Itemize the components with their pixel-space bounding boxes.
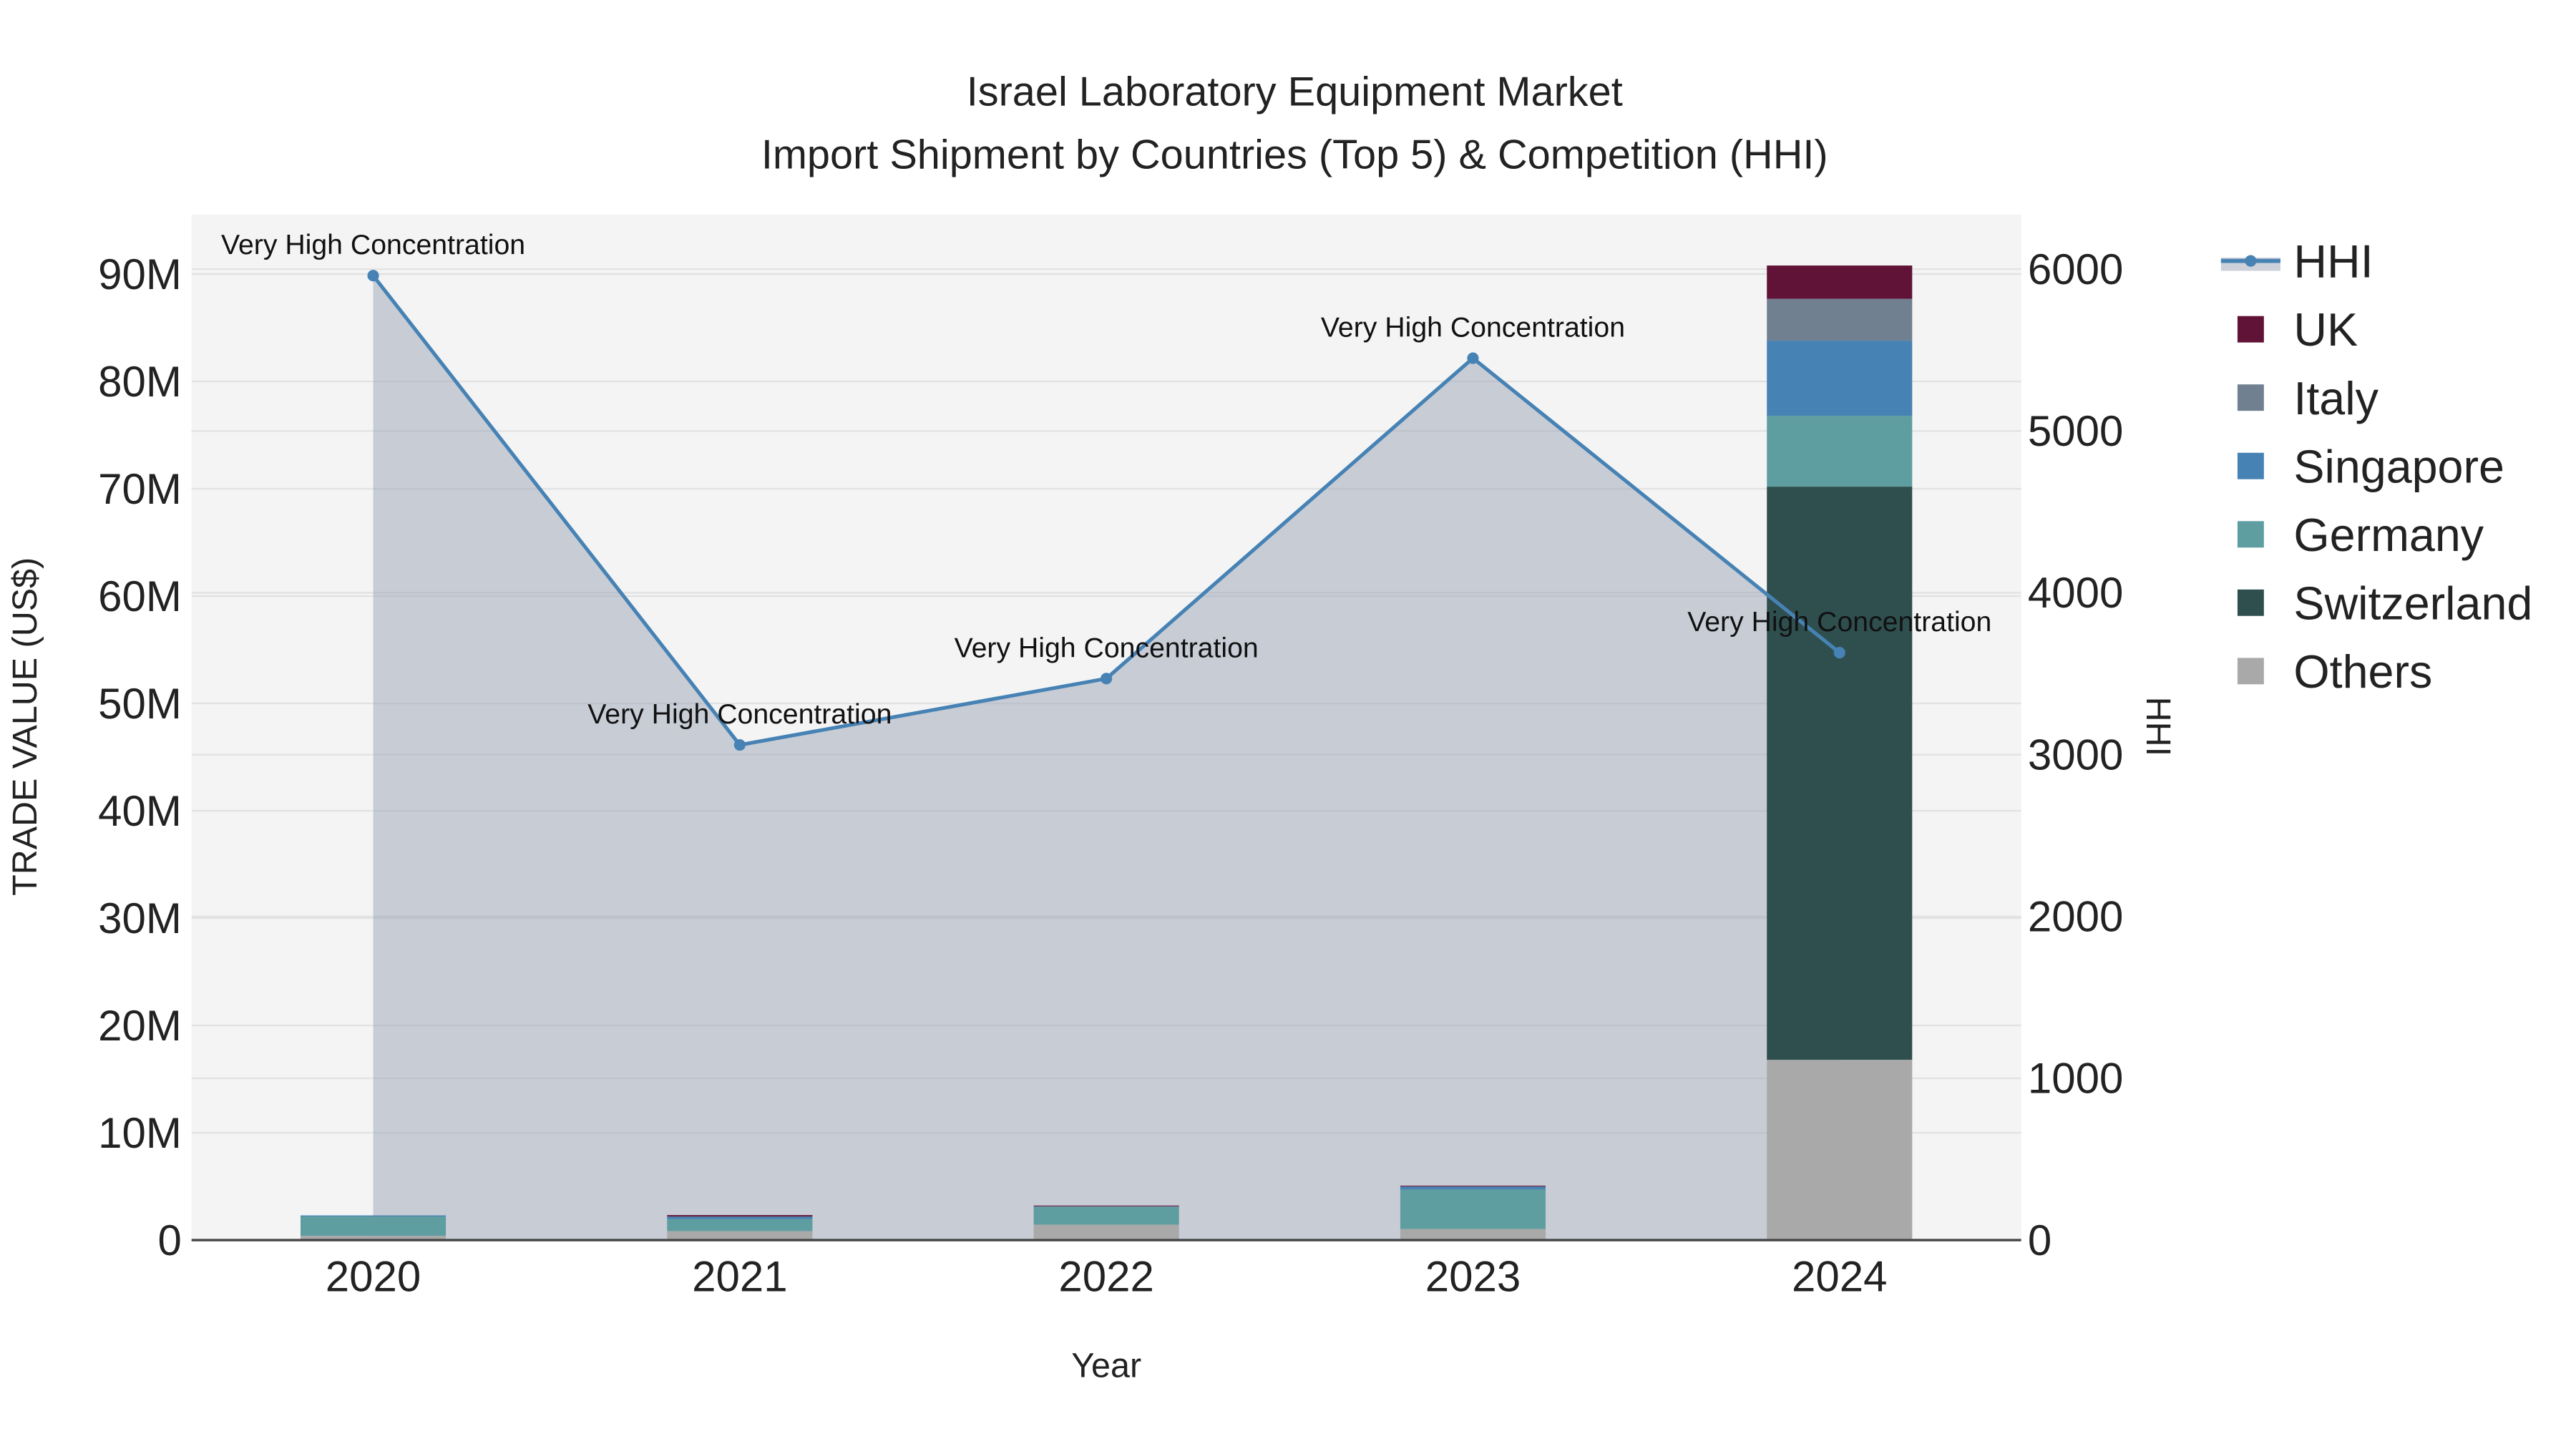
bar-uk-2024 xyxy=(1767,265,1913,299)
legend-swatch-switzerland xyxy=(2237,589,2264,616)
hhi-point xyxy=(1467,352,1479,364)
hhi-point xyxy=(733,738,746,751)
hhi-annotation: Very High Concentration xyxy=(221,229,525,260)
chart-title: Israel Laboratory Equipment Market xyxy=(967,69,1623,115)
hhi-annotation: Very High Concentration xyxy=(955,632,1259,663)
legend-swatch-others xyxy=(2237,658,2264,685)
y2-tick-label: 4000 xyxy=(2028,569,2123,617)
y-axis-title: TRADE VALUE (US$) xyxy=(6,557,44,896)
legend-swatch-germany xyxy=(2237,521,2264,548)
y-tick-label: 50M xyxy=(98,680,182,728)
bar-germany-2022 xyxy=(1033,1206,1179,1225)
bar-germany-2021 xyxy=(667,1219,813,1231)
y-tick-label: 20M xyxy=(98,1002,182,1050)
y-tick-label: 10M xyxy=(98,1109,182,1157)
y2-tick-label: 1000 xyxy=(2028,1055,2123,1103)
y2-tick-label: 6000 xyxy=(2028,245,2123,293)
legend-swatch-uk xyxy=(2237,316,2264,343)
legend-label: Germany xyxy=(2293,509,2484,561)
hhi-annotation: Very High Concentration xyxy=(587,698,892,730)
hhi-point xyxy=(1101,673,1113,685)
hhi-point xyxy=(1833,647,1845,659)
x-tick-label: 2022 xyxy=(1058,1253,1153,1301)
bar-switzerland-2024 xyxy=(1767,487,1913,1060)
bar-others-2023 xyxy=(1400,1229,1546,1241)
bar-italy-2024 xyxy=(1767,298,1913,341)
bar-singapore-2024 xyxy=(1767,341,1913,416)
y2-tick-label: 3000 xyxy=(2028,731,2123,779)
legend-label: UK xyxy=(2293,304,2358,356)
chart-subtitle: Import Shipment by Countries (Top 5) & C… xyxy=(761,132,1828,177)
legend-label: Singapore xyxy=(2293,441,2504,492)
legend-swatch-singapore xyxy=(2237,452,2264,479)
y-tick-label: 90M xyxy=(98,250,182,298)
bar-germany-2023 xyxy=(1400,1189,1546,1229)
legend-label: Switzerland xyxy=(2293,577,2532,629)
y2-tick-label: 2000 xyxy=(2028,893,2123,941)
y-tick-label: 30M xyxy=(98,894,182,942)
y-tick-label: 60M xyxy=(98,572,182,620)
y2-tick-label: 5000 xyxy=(2028,407,2123,455)
legend-hhi-marker xyxy=(2245,255,2257,267)
bar-singapore-2021 xyxy=(667,1216,813,1219)
x-tick-label: 2023 xyxy=(1425,1253,1521,1301)
bar-singapore-2023 xyxy=(1400,1186,1546,1190)
bar-germany-2024 xyxy=(1767,416,1913,487)
legend-swatch-italy xyxy=(2237,384,2264,411)
bar-others-2022 xyxy=(1033,1224,1179,1241)
y2-tick-label: 0 xyxy=(2028,1216,2051,1264)
bar-others-2021 xyxy=(667,1231,813,1241)
hhi-annotation: Very High Concentration xyxy=(1687,606,1991,638)
legend-label: Others xyxy=(2293,646,2432,698)
bar-others-2024 xyxy=(1767,1060,1913,1241)
bar-uk-2021 xyxy=(667,1215,813,1217)
chart: Very High Concentration Very High Concent… xyxy=(6,69,2533,1385)
legend-label: HHI xyxy=(2293,236,2373,288)
x-tick-label: 2020 xyxy=(326,1253,421,1301)
x-axis-title: Year xyxy=(1071,1347,1141,1385)
y-tick-label: 80M xyxy=(98,358,182,406)
hhi-annotation: Very High Concentration xyxy=(1321,312,1625,343)
bar-singapore-2020 xyxy=(301,1215,447,1217)
bar-germany-2020 xyxy=(301,1216,447,1236)
y-tick-label: 0 xyxy=(157,1216,181,1264)
legend-label: Italy xyxy=(2293,373,2379,424)
y-tick-label: 70M xyxy=(98,465,182,513)
hhi-point xyxy=(367,270,379,282)
x-tick-label: 2024 xyxy=(1792,1253,1887,1301)
x-tick-label: 2021 xyxy=(692,1253,787,1301)
y2-axis-title: HHI xyxy=(2139,697,2177,756)
y-tick-label: 40M xyxy=(98,787,182,835)
